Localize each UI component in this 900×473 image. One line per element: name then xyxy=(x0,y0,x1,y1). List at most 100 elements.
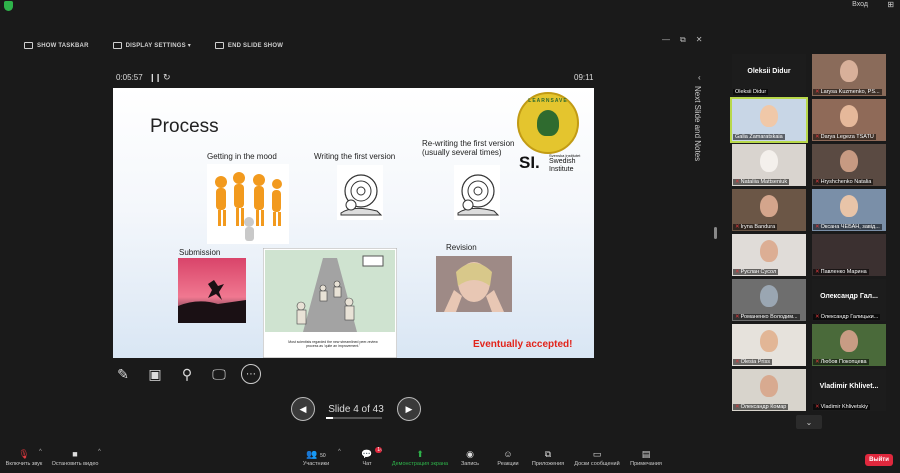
pen-icon[interactable]: ✎ xyxy=(113,364,133,384)
participant-tile[interactable]: ✕Iryna Bandura xyxy=(732,189,806,231)
muted-mic-icon: ✕ xyxy=(735,314,740,320)
participant-tile[interactable]: ✕Nataliia Mattseniuk xyxy=(732,144,806,186)
participant-name: Vladimir Khlivetskiy xyxy=(820,404,868,410)
panel-resize-handle[interactable] xyxy=(714,227,717,239)
record-label: Запись xyxy=(460,461,480,467)
minimize-icon[interactable]: — xyxy=(662,35,670,45)
show-taskbar-button[interactable]: SHOW TASKBAR xyxy=(24,42,89,49)
participant-tile[interactable]: ✕Олександр Комар xyxy=(732,369,806,411)
si-logo-mark: SI. xyxy=(519,153,540,172)
participant-tile[interactable]: ✕Larysa Kuzmenko, PS... xyxy=(812,54,886,96)
leave-meeting-button[interactable]: Выйти xyxy=(865,454,893,466)
participant-name-caption: ✕Vladimir Khlivetskiy xyxy=(813,404,870,410)
stop-video-button[interactable]: ■ Остановить видео xyxy=(50,449,100,467)
participant-tile[interactable]: ✕Павленко Марина xyxy=(812,234,886,276)
muted-mic-icon: ✕ xyxy=(735,179,740,185)
chat-label: Чат xyxy=(362,461,372,467)
unmute-label: Включить звук xyxy=(5,461,43,467)
zoom-icon[interactable]: ⚲ xyxy=(177,364,197,384)
next-slide-notes-label: Next Slide and Notes xyxy=(693,86,702,162)
chat-button[interactable]: 💬 1 Чат xyxy=(356,447,382,467)
participant-name: Романенко Володим... xyxy=(740,314,798,320)
slide-progress-bar xyxy=(326,417,382,419)
notes-label: Примечания xyxy=(630,461,662,467)
share-screen-button[interactable]: ⬆ Демонстрация экрана xyxy=(390,449,450,467)
participant-name-caption: ✕Олександр Галицьки... xyxy=(813,314,881,320)
muted-mic-icon: ✕ xyxy=(815,89,820,95)
chat-caret-icon[interactable]: ^ xyxy=(379,449,382,455)
more-options-icon[interactable]: ⋯ xyxy=(241,364,261,384)
participants-caret-icon[interactable]: ^ xyxy=(338,449,341,455)
previous-slide-button[interactable]: ◀ xyxy=(291,397,315,421)
participant-video-face xyxy=(760,375,778,397)
reset-timer-icon[interactable]: ↻ xyxy=(163,72,171,83)
participant-tile[interactable]: Олександр Гал... ✕Олександр Галицьки... xyxy=(812,279,886,321)
show-taskbar-label: SHOW TASKBAR xyxy=(37,42,89,49)
participant-name-caption: Galia Zamaratskaia xyxy=(733,134,785,140)
muted-mic-icon: ✕ xyxy=(815,404,820,410)
participant-tile[interactable]: ✕Руслан Сусол xyxy=(732,234,806,276)
participant-name-caption: ✕Романенко Володим... xyxy=(733,314,800,320)
display-settings-button[interactable]: DISPLAY SETTINGS ▾ xyxy=(112,42,191,49)
label-first-version: Writing the first version xyxy=(314,152,396,161)
display-settings-label: DISPLAY SETTINGS ▾ xyxy=(125,43,191,49)
unmute-button[interactable]: 🎙 Включить звук xyxy=(4,449,44,467)
participant-display-name: Vladimir Khlivet... xyxy=(819,383,879,390)
participant-tile[interactable]: Galia Zamaratskaia xyxy=(730,97,808,143)
participant-tile[interactable]: Oleksii Didur Oleksii Didur xyxy=(732,54,806,96)
participant-name-caption: ✕Larysa Kuzmenko, PS... xyxy=(813,89,882,95)
pause-timer-icon[interactable]: ❙❙ xyxy=(149,73,161,82)
participant-name: Олександр Комар xyxy=(740,404,787,410)
participant-tile[interactable]: ✕Любов Покопцева xyxy=(812,324,886,366)
participant-name-caption: ✕Darya Legeza TSATU xyxy=(813,134,876,140)
notes-button[interactable]: ▤ Примечания xyxy=(628,449,664,467)
participant-video-face xyxy=(840,105,858,127)
gallery-scroll-down-icon[interactable]: ⌄ xyxy=(796,415,822,429)
video-options-caret-icon[interactable]: ^ xyxy=(98,449,101,455)
participant-name-caption: ✕Оксана ЧЕБАН, завід... xyxy=(813,224,882,230)
reactions-label: Реакции xyxy=(497,461,519,467)
participant-tile[interactable]: ✕Olesia Priss xyxy=(732,324,806,366)
collapse-notes-icon[interactable]: ‹ xyxy=(698,73,701,82)
restore-icon[interactable]: ⧉ xyxy=(680,35,686,45)
participant-tile[interactable]: ✕Романенко Володим... xyxy=(732,279,806,321)
muted-mic-icon: ✕ xyxy=(735,224,740,230)
participant-tile[interactable]: Vladimir Khlivet... ✕Vladimir Khlivetskiy xyxy=(812,369,886,411)
muted-mic-icon: ✕ xyxy=(815,314,820,320)
participant-name: Olesia Priss xyxy=(740,359,770,365)
apps-icon: ⧉ xyxy=(544,449,552,459)
apps-button[interactable]: ⧉ Приложения xyxy=(530,449,566,467)
end-slide-show-button[interactable]: END SLIDE SHOW xyxy=(214,42,283,49)
reactions-button[interactable]: ☺ Реакции xyxy=(494,449,522,467)
participant-video-face xyxy=(760,195,778,217)
participant-name-caption: ✕Любов Покопцева xyxy=(813,359,869,365)
participant-video-face xyxy=(760,150,778,172)
participant-name-caption: ✕Nataliia Mattseniuk xyxy=(733,179,790,185)
next-slide-notes-panel[interactable]: Next Slide and Notes xyxy=(693,86,707,176)
participant-tile[interactable]: ✕Hryshchenko Natalia xyxy=(812,144,886,186)
all-slides-icon[interactable]: ▣ xyxy=(145,364,165,384)
monitor-icon xyxy=(112,42,122,49)
close-icon[interactable]: ✕ xyxy=(696,35,703,45)
whiteboards-button[interactable]: ▭ Доски сообщений xyxy=(572,449,622,467)
slide-tools: ✎ ▣ ⚲ 🖵 ⋯ xyxy=(113,364,261,384)
maximize-icon[interactable]: ⊞ xyxy=(887,0,894,9)
participant-video-face xyxy=(760,240,778,262)
slide-title: Process xyxy=(150,116,219,137)
slide-progress-fill xyxy=(326,417,333,419)
chat-icon: 💬 1 xyxy=(361,447,382,459)
eventually-accepted-text: Eventually accepted! xyxy=(473,339,573,350)
record-button[interactable]: ◉ Запись xyxy=(458,449,482,467)
audio-options-caret-icon[interactable]: ^ xyxy=(39,449,42,455)
security-shield-icon[interactable] xyxy=(4,1,13,11)
participant-name-caption: ✕Павленко Марина xyxy=(813,269,869,275)
logo-ring-text: LEARNSAVE xyxy=(528,98,568,104)
participant-tile[interactable]: ✕Оксана ЧЕБАН, завід... xyxy=(812,189,886,231)
participant-name: Оксана ЧЕБАН, завід... xyxy=(820,224,880,230)
login-link[interactable]: Вход xyxy=(852,1,868,8)
participant-name: Hryshchenko Natalia xyxy=(820,179,872,185)
participants-button[interactable]: 👥 50 Участники xyxy=(300,449,332,467)
black-screen-icon[interactable]: 🖵 xyxy=(209,364,229,384)
participant-tile[interactable]: ✕Darya Legeza TSATU xyxy=(812,99,886,141)
next-slide-button[interactable]: ▶ xyxy=(397,397,421,421)
